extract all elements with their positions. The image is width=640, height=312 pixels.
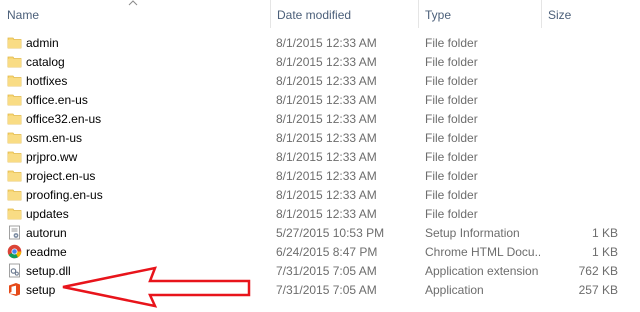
file-row-office-en-us[interactable]: office.en-us 8/1/2015 12:33 AM File folder: [0, 90, 640, 109]
folder-icon: [7, 149, 22, 164]
folder-icon: [7, 187, 22, 202]
folder-icon: [7, 111, 22, 126]
dll-icon: [7, 263, 22, 278]
setup-info-icon: [7, 225, 22, 240]
folder-icon: [7, 35, 22, 50]
file-type: File folder: [425, 36, 478, 50]
folder-icon: [7, 54, 22, 69]
file-name: updates: [26, 207, 69, 221]
file-name: autorun: [26, 226, 67, 240]
file-type: File folder: [425, 93, 478, 107]
file-date-modified: 8/1/2015 12:33 AM: [276, 150, 377, 164]
file-name: prjpro.ww: [26, 150, 78, 164]
file-row-prjpro-ww[interactable]: prjpro.ww 8/1/2015 12:33 AM File folder: [0, 147, 640, 166]
file-date-modified: 8/1/2015 12:33 AM: [276, 112, 377, 126]
file-date-modified: 8/1/2015 12:33 AM: [276, 74, 377, 88]
file-date-modified: 8/1/2015 12:33 AM: [276, 207, 377, 221]
file-name: proofing.en-us: [26, 188, 103, 202]
file-type: File folder: [425, 112, 478, 126]
folder-icon: [7, 130, 22, 145]
file-date-modified: 7/31/2015 7:05 AM: [276, 264, 377, 278]
file-row-catalog[interactable]: catalog 8/1/2015 12:33 AM File folder: [0, 52, 640, 71]
file-row-readme[interactable]: readme 6/24/2015 8:47 PM Chrome HTML Docu.…: [0, 242, 640, 261]
file-row-admin[interactable]: admin 8/1/2015 12:33 AM File folder: [0, 33, 640, 52]
file-type: Setup Information: [425, 226, 520, 240]
file-row-setup[interactable]: setup 7/31/2015 7:05 AM Application 257 KB: [0, 280, 640, 299]
file-name: readme: [26, 245, 67, 259]
column-header-type[interactable]: Type: [418, 0, 541, 28]
file-type: Application: [425, 283, 484, 297]
file-date-modified: 8/1/2015 12:33 AM: [276, 169, 377, 183]
file-size: 1 KB: [591, 245, 618, 259]
file-row-office32-en-us[interactable]: office32.en-us 8/1/2015 12:33 AM File fold…: [0, 109, 640, 128]
folder-icon: [7, 73, 22, 88]
file-name: project.en-us: [26, 169, 96, 183]
file-row-autorun[interactable]: autorun 5/27/2015 10:53 PM Setup Informati…: [0, 223, 640, 242]
file-type: Chrome HTML Docu...: [425, 245, 540, 259]
chrome-icon: [7, 244, 22, 259]
column-header-size[interactable]: Size: [541, 0, 640, 28]
file-name: admin: [26, 36, 59, 50]
folder-icon: [7, 92, 22, 107]
folder-icon: [7, 206, 22, 221]
file-date-modified: 8/1/2015 12:33 AM: [276, 55, 377, 69]
file-size: 762 KB: [578, 264, 618, 278]
file-type: File folder: [425, 169, 478, 183]
file-name: osm.en-us: [26, 131, 83, 145]
file-date-modified: 8/1/2015 12:33 AM: [276, 131, 377, 145]
file-row-project-en-us[interactable]: project.en-us 8/1/2015 12:33 AM File folde…: [0, 166, 640, 185]
file-size: 1 KB: [591, 226, 618, 240]
file-row-proofing-en-us[interactable]: proofing.en-us 8/1/2015 12:33 AM File fold…: [0, 185, 640, 204]
folder-icon: [7, 168, 22, 183]
file-name: office.en-us: [26, 93, 88, 107]
file-row-osm-en-us[interactable]: osm.en-us 8/1/2015 12:33 AM File folder: [0, 128, 640, 147]
file-type: File folder: [425, 55, 478, 69]
column-header-bar: Name Date modified Type Size: [0, 0, 640, 28]
file-type: File folder: [425, 74, 478, 88]
file-type: Application extension: [425, 264, 539, 278]
file-type: File folder: [425, 131, 478, 145]
file-date-modified: 6/24/2015 8:47 PM: [276, 245, 378, 259]
file-row-setup-dll[interactable]: setup.dll 7/31/2015 7:05 AM Application ex…: [0, 261, 640, 280]
file-type: File folder: [425, 150, 478, 164]
file-name: office32.en-us: [26, 112, 102, 126]
file-date-modified: 8/1/2015 12:33 AM: [276, 188, 377, 202]
file-name: setup: [26, 283, 56, 297]
file-date-modified: 8/1/2015 12:33 AM: [276, 36, 377, 50]
sort-ascending-icon: [128, 0, 138, 6]
file-type: File folder: [425, 188, 478, 202]
file-date-modified: 5/27/2015 10:53 PM: [276, 226, 385, 240]
file-size: 257 KB: [578, 283, 618, 297]
file-row-hotfixes[interactable]: hotfixes 8/1/2015 12:33 AM File folder: [0, 71, 640, 90]
file-date-modified: 8/1/2015 12:33 AM: [276, 93, 377, 107]
file-type: File folder: [425, 207, 478, 221]
file-date-modified: 7/31/2015 7:05 AM: [276, 283, 377, 297]
column-header-date-modified[interactable]: Date modified: [270, 0, 418, 28]
file-row-updates[interactable]: updates 8/1/2015 12:33 AM File folder: [0, 204, 640, 223]
file-name: catalog: [26, 55, 65, 69]
file-name: setup.dll: [26, 264, 71, 278]
file-name: hotfixes: [26, 74, 68, 88]
office-setup-icon: [7, 282, 22, 297]
